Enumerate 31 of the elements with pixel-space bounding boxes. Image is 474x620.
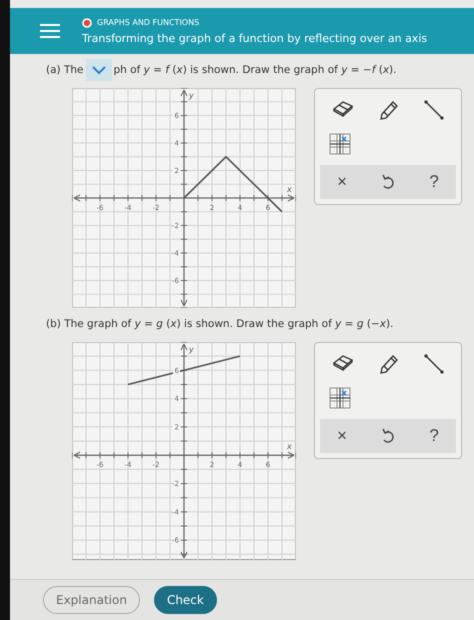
grid-point-icon — [329, 387, 351, 409]
axis-label: y — [189, 345, 194, 354]
pencil-icon — [378, 353, 400, 375]
eraser-icon — [330, 99, 355, 117]
clear-button[interactable]: × — [333, 170, 352, 194]
clear-button[interactable]: × — [333, 424, 352, 448]
point-tool-button[interactable] — [327, 131, 353, 157]
point-tool-button[interactable] — [327, 385, 353, 411]
eraser-icon — [330, 353, 355, 371]
question-text: ph of y = f (x) is shown. Draw the graph of y = −f (x). — [114, 64, 396, 76]
question-text: (a) The — [46, 64, 84, 76]
check-button[interactable]: Check — [154, 586, 217, 614]
axis-label: x — [287, 442, 292, 452]
axis-label: y — [189, 91, 194, 100]
help-button[interactable]: ? — [425, 170, 443, 194]
status-dot-icon — [82, 18, 92, 28]
line-segment-icon — [423, 353, 446, 375]
undo-icon — [381, 174, 396, 190]
explanation-button[interactable]: Explanation — [43, 586, 140, 614]
menu-icon[interactable] — [40, 23, 60, 39]
topic-label: GRAPHS AND FUNCTIONS — [97, 18, 200, 27]
lesson-title: Transforming the graph of a function by reflecting over an axis — [82, 32, 428, 44]
line-segment-icon — [423, 99, 446, 121]
help-button[interactable]: ? — [425, 424, 443, 448]
grid-point-icon — [329, 133, 351, 155]
collapse-button[interactable] — [86, 59, 112, 81]
undo-icon — [381, 428, 396, 444]
pencil-icon — [378, 99, 400, 121]
question-text: (b) The graph of y = g (x) is shown. Draw the graph of y = g (−x). — [46, 318, 394, 330]
axis-label: x — [287, 185, 292, 194]
chevron-icon — [92, 66, 106, 74]
